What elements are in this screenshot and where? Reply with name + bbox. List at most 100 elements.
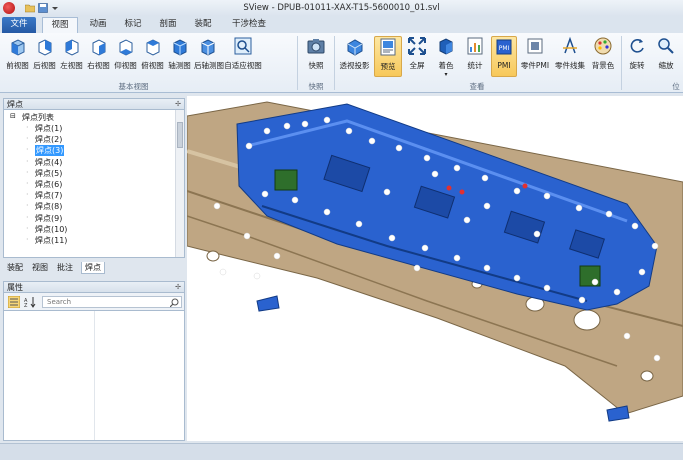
part-pmi-button[interactable]: 零件PMI (520, 36, 550, 77)
front-view-label: 前视图 (6, 61, 29, 70)
tree-scrollbar[interactable] (175, 110, 184, 257)
pmi-button[interactable]: PMI PMI (491, 36, 517, 77)
part-lineset-button[interactable]: 零件线集 (553, 36, 587, 77)
3d-model-view[interactable] (187, 96, 683, 441)
weld-point-item[interactable]: 焊点(11) (35, 235, 67, 246)
back-iso-view-icon (201, 39, 215, 56)
background-color-button[interactable]: 背景色 (589, 36, 617, 77)
weld-panel-header: 焊点 ✢ (3, 98, 185, 110)
background-color-label: 背景色 (591, 61, 615, 70)
preview-button[interactable]: 预览 (374, 36, 402, 77)
ribbon-tab-bar: 文件 视图 动画 标记 剖面 装配 干涉检查 (0, 16, 683, 33)
preview-icon (380, 38, 396, 56)
weld-point-item[interactable]: 焊点(6) (35, 179, 62, 190)
statistics-label: 统计 (467, 61, 483, 70)
dock-tab-view[interactable]: 视图 (32, 262, 48, 274)
weld-point-item[interactable]: 焊点(4) (35, 157, 62, 168)
properties-grid[interactable] (3, 311, 185, 441)
collapse-icon[interactable]: ⊟ (10, 112, 16, 120)
properties-toolbar: AZ (3, 293, 185, 311)
zoom-button[interactable]: 缩放 (653, 36, 679, 77)
group-separator (621, 36, 622, 90)
zoom-icon (658, 38, 674, 54)
tree-connector: · (26, 212, 29, 222)
left-view-button[interactable]: 左视图 (59, 36, 84, 77)
tree-connector: · (26, 167, 29, 177)
weld-point-item[interactable]: 焊点(8) (35, 201, 62, 212)
pmi-icon: PMI (496, 39, 512, 55)
group-label-basic-views: 基本视图 (118, 82, 149, 91)
weld-point-tree: ⊟ 焊点列表 · 焊点(1) · 焊点(2) · 焊点(3) · 焊点(4) · 焊点(5) · 焊点… (3, 110, 185, 258)
title-bar: SView - DPUB-01011-XAX-T15-5600010_01.sv… (0, 0, 683, 16)
shading-button[interactable]: 着色 ▾ (433, 36, 459, 78)
weld-list-root[interactable]: 焊点列表 (22, 112, 54, 123)
rotate-label: 旋转 (629, 61, 645, 70)
right-view-label: 右视图 (87, 61, 110, 70)
bracket-part[interactable] (274, 169, 298, 191)
dock-tab-annotation[interactable]: 批注 (57, 262, 73, 274)
fit-view-label: 自适应视图 (224, 61, 262, 70)
bottom-view-button[interactable]: 仰视图 (113, 36, 138, 77)
fullscreen-icon (408, 37, 426, 55)
fit-view-button[interactable]: 自适应视图 (224, 36, 262, 77)
fit-view-icon (234, 37, 252, 55)
front-view-button[interactable]: 前视图 (5, 36, 30, 77)
part-lineset-icon (563, 36, 577, 54)
rotate-button[interactable]: 旋转 (625, 36, 649, 77)
weld-point-item[interactable]: 焊点(3) (35, 145, 65, 157)
perspective-button[interactable]: 透视投影 (337, 36, 372, 77)
weld-point-item[interactable]: 焊点(7) (35, 190, 62, 201)
snapshot-icon (307, 39, 325, 54)
tab-section[interactable]: 剖面 (153, 17, 183, 33)
tab-interference-check[interactable]: 干涉检查 (226, 17, 272, 33)
tab-animation[interactable]: 动画 (83, 17, 113, 33)
statistics-button[interactable]: 统计 (462, 36, 488, 77)
back-iso-view-label: 后轴测图 (194, 61, 224, 70)
pin-icon[interactable]: ✢ (175, 99, 181, 110)
shading-icon (439, 38, 453, 55)
3d-viewport[interactable] (187, 96, 683, 441)
tab-markup[interactable]: 标记 (118, 17, 148, 33)
preview-label: 预览 (380, 62, 396, 71)
tree-scroll-thumb[interactable] (177, 122, 183, 148)
tree-connector: · (26, 235, 29, 244)
part-lineset-label: 零件线集 (555, 61, 585, 70)
snapshot-button[interactable]: 快照 (303, 36, 329, 77)
weld-point-item[interactable]: 焊点(10) (35, 224, 67, 235)
sort-alpha-icon[interactable]: AZ (24, 296, 36, 308)
tab-assembly[interactable]: 装配 (188, 17, 218, 33)
weld-panel-title: 焊点 (7, 100, 23, 109)
iso-view-button[interactable]: 轴测图 (167, 36, 192, 77)
svg-text:Z: Z (24, 303, 28, 308)
properties-panel-header: 属性 ✢ (3, 281, 185, 293)
right-view-button[interactable]: 右视图 (86, 36, 111, 77)
weld-point-item[interactable]: 焊点(2) (35, 134, 62, 145)
group-separator (297, 36, 298, 90)
back-iso-view-button[interactable]: 后轴测图 (194, 36, 224, 77)
pin-icon[interactable]: ✢ (175, 282, 181, 293)
weld-point-item[interactable]: 焊点(5) (35, 168, 62, 179)
dock-tab-weld[interactable]: 焊点 (81, 262, 105, 274)
group-label-view: 查看 (469, 82, 485, 91)
snapshot-label: 快照 (308, 61, 324, 70)
properties-grid-divider (94, 311, 95, 440)
back-view-button[interactable]: 后视图 (32, 36, 57, 77)
categorized-icon[interactable] (8, 296, 20, 308)
weld-point-item[interactable]: 焊点(1) (35, 123, 62, 134)
top-view-button[interactable]: 俯视图 (140, 36, 165, 77)
rotate-icon (630, 39, 644, 53)
perspective-label: 透视投影 (339, 61, 370, 70)
group-label-snapshot: 快照 (308, 82, 324, 91)
dock-tab-assembly[interactable]: 装配 (7, 262, 23, 274)
tab-view[interactable]: 视图 (42, 17, 78, 33)
search-icon[interactable] (170, 298, 179, 307)
status-bar (0, 443, 683, 460)
properties-search-input[interactable] (42, 296, 182, 308)
fullscreen-button[interactable]: 全屏 (404, 36, 430, 77)
dock-tab-bar: 装配 视图 批注 焊点 (3, 260, 185, 274)
back-view-label: 后视图 (33, 61, 56, 70)
tab-file[interactable]: 文件 (2, 17, 36, 33)
weld-point-item[interactable]: 焊点(9) (35, 213, 62, 224)
perspective-icon (347, 39, 362, 56)
shading-dropdown-icon[interactable]: ▾ (433, 71, 459, 78)
